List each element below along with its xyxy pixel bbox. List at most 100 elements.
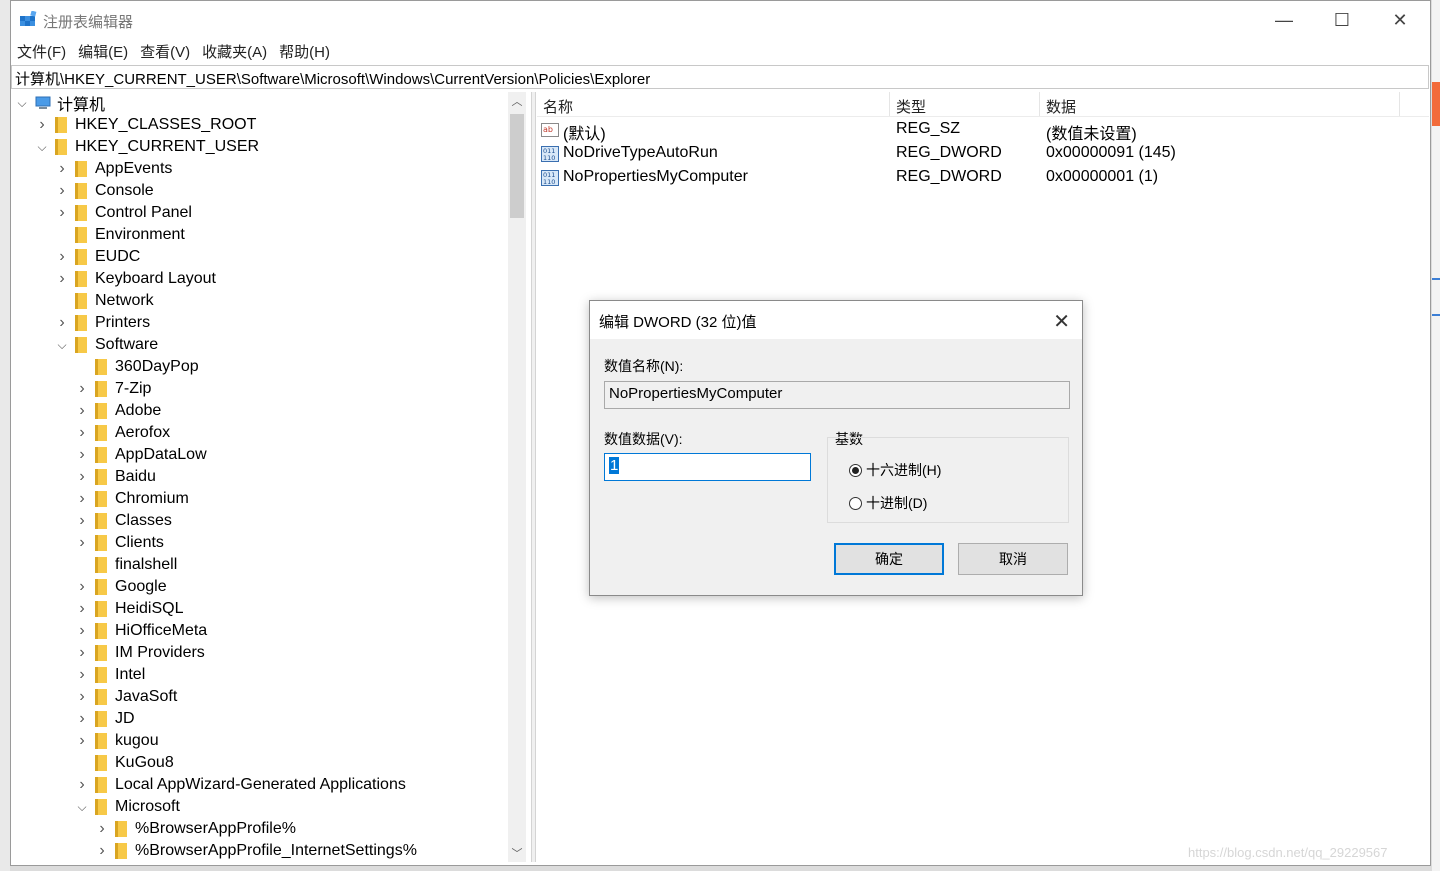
tree-item[interactable]: ⌵ Microsoft bbox=[75, 796, 180, 818]
cancel-button[interactable]: 取消 bbox=[958, 543, 1068, 575]
chevron-right-icon[interactable]: › bbox=[95, 820, 109, 837]
tree-item[interactable]: finalshell bbox=[75, 554, 177, 576]
tree-item-label: EUDC bbox=[95, 248, 141, 265]
tree-item[interactable]: › 7-Zip bbox=[75, 378, 151, 400]
tree-item[interactable]: › HeidiSQL bbox=[75, 598, 183, 620]
tree-scrollbar[interactable]: ︿ ﹀ bbox=[508, 92, 526, 862]
chevron-right-icon[interactable]: › bbox=[75, 666, 89, 683]
tree-item[interactable]: › %BrowserAppProfile% bbox=[95, 818, 296, 840]
dialog-title-bar[interactable]: 编辑 DWORD (32 位)值 ✕ bbox=[590, 301, 1082, 339]
radio-decimal[interactable]: 十进制(D) bbox=[849, 493, 927, 513]
tree-item[interactable]: Network bbox=[55, 290, 154, 312]
chevron-right-icon[interactable]: › bbox=[75, 534, 89, 551]
ok-button[interactable]: 确定 bbox=[834, 543, 944, 575]
tree-item[interactable]: › Printers bbox=[55, 312, 150, 334]
radio-unselected-icon[interactable] bbox=[849, 496, 862, 510]
list-item[interactable]: 011 110 NoDriveTypeAutoRun REG_DWORD 0x0… bbox=[537, 142, 1429, 166]
list-item[interactable]: 011 110 NoPropertiesMyComputer REG_DWORD… bbox=[537, 166, 1429, 190]
tree-item[interactable]: KuGou8 bbox=[75, 752, 174, 774]
chevron-right-icon[interactable]: › bbox=[55, 248, 69, 265]
chevron-right-icon[interactable]: › bbox=[75, 644, 89, 661]
column-type[interactable]: 类型 bbox=[896, 96, 926, 117]
close-button[interactable]: ✕ bbox=[1377, 5, 1423, 35]
pane-splitter[interactable] bbox=[531, 92, 536, 862]
column-name[interactable]: 名称 bbox=[543, 96, 573, 117]
chevron-down-icon[interactable]: ⌵ bbox=[75, 800, 89, 814]
chevron-right-icon[interactable]: › bbox=[95, 842, 109, 859]
minimize-button[interactable]: — bbox=[1261, 5, 1307, 35]
address-bar[interactable]: 计算机\HKEY_CURRENT_USER\Software\Microsoft… bbox=[11, 65, 1429, 89]
chevron-right-icon[interactable]: › bbox=[75, 710, 89, 727]
menu-file[interactable]: 文件(F) bbox=[11, 39, 72, 62]
chevron-down-icon[interactable]: ⌵ bbox=[35, 140, 49, 154]
chevron-right-icon[interactable]: › bbox=[75, 490, 89, 507]
tree-item[interactable]: › HiOfficeMeta bbox=[75, 620, 207, 642]
tree-item[interactable]: › kugou bbox=[75, 730, 159, 752]
chevron-right-icon[interactable]: › bbox=[75, 688, 89, 705]
menu-view[interactable]: 查看(V) bbox=[134, 39, 196, 62]
chevron-right-icon[interactable]: › bbox=[55, 204, 69, 221]
radio-hex[interactable]: 十六进制(H) bbox=[849, 460, 941, 480]
tree-item[interactable]: › JD bbox=[75, 708, 135, 730]
radio-selected-icon[interactable] bbox=[849, 463, 862, 477]
chevron-down-icon[interactable]: ⌵ bbox=[15, 96, 29, 110]
chevron-right-icon[interactable]: › bbox=[75, 622, 89, 639]
scrollbar-thumb[interactable] bbox=[510, 114, 524, 218]
maximize-button[interactable]: ☐ bbox=[1319, 5, 1365, 35]
chevron-right-icon[interactable]: › bbox=[55, 182, 69, 199]
list-item[interactable]: ab (默认) REG_SZ (数值未设置) bbox=[537, 118, 1429, 143]
tree-item[interactable]: › JavaSoft bbox=[75, 686, 177, 708]
tree-item[interactable]: › Control Panel bbox=[55, 202, 192, 224]
menu-edit[interactable]: 编辑(E) bbox=[72, 39, 134, 62]
chevron-right-icon[interactable]: › bbox=[75, 424, 89, 441]
tree-item[interactable]: › Aerofox bbox=[75, 422, 170, 444]
scroll-up-icon[interactable]: ︿ bbox=[508, 92, 526, 110]
tree-item[interactable]: › Local AppWizard-Generated Applications bbox=[75, 774, 406, 796]
chevron-right-icon[interactable]: › bbox=[55, 160, 69, 177]
tree-item[interactable]: › Clients bbox=[75, 532, 164, 554]
tree-item[interactable]: › HKEY_CLASSES_ROOT bbox=[35, 114, 256, 136]
tree-item[interactable]: › AppDataLow bbox=[75, 444, 207, 466]
chevron-right-icon[interactable]: › bbox=[55, 314, 69, 331]
menu-favorites[interactable]: 收藏夹(A) bbox=[196, 39, 273, 62]
chevron-down-icon[interactable]: ⌵ bbox=[55, 338, 69, 352]
tree-item[interactable]: › Chromium bbox=[75, 488, 189, 510]
scroll-down-icon[interactable]: ﹀ bbox=[508, 844, 526, 862]
chevron-right-icon[interactable]: › bbox=[75, 732, 89, 749]
tree-item[interactable]: › EUDC bbox=[55, 246, 140, 268]
tree-item[interactable]: ⌵ HKEY_CURRENT_USER bbox=[35, 136, 259, 158]
svg-text:110: 110 bbox=[543, 178, 555, 186]
column-data[interactable]: 数据 bbox=[1046, 96, 1076, 117]
tree-item[interactable]: › Google bbox=[75, 576, 167, 598]
tree-item[interactable]: › %BrowserAppProfile_InternetSettings% bbox=[95, 840, 417, 862]
menu-help[interactable]: 帮助(H) bbox=[273, 39, 336, 62]
folder-icon bbox=[115, 821, 127, 837]
close-icon[interactable]: ✕ bbox=[1053, 309, 1070, 334]
tree-item[interactable]: › Adobe bbox=[75, 400, 161, 422]
tree-item[interactable]: ⌵ Software bbox=[55, 334, 158, 356]
chevron-right-icon[interactable]: › bbox=[75, 380, 89, 397]
tree-item[interactable]: › Baidu bbox=[75, 466, 156, 488]
chevron-right-icon[interactable]: › bbox=[75, 776, 89, 793]
tree-item[interactable]: › Intel bbox=[75, 664, 145, 686]
value-data-field[interactable]: 1 bbox=[604, 453, 811, 481]
chevron-right-icon[interactable]: › bbox=[35, 116, 49, 133]
chevron-right-icon[interactable]: › bbox=[75, 578, 89, 595]
tree-item[interactable]: › AppEvents bbox=[55, 158, 172, 180]
value-name-field[interactable]: NoPropertiesMyComputer bbox=[604, 381, 1070, 409]
tree-item[interactable]: › Keyboard Layout bbox=[55, 268, 216, 290]
tree-item[interactable]: › Classes bbox=[75, 510, 172, 532]
chevron-right-icon[interactable]: › bbox=[75, 468, 89, 485]
chevron-right-icon[interactable]: › bbox=[55, 270, 69, 287]
chevron-right-icon[interactable]: › bbox=[75, 512, 89, 529]
chevron-right-icon[interactable]: › bbox=[75, 402, 89, 419]
tree-item[interactable]: Environment bbox=[55, 224, 185, 246]
tree-item[interactable]: 360DayPop bbox=[75, 356, 199, 378]
title-bar[interactable]: 注册表编辑器 — ☐ ✕ bbox=[11, 1, 1430, 39]
tree-item[interactable]: › IM Providers bbox=[75, 642, 205, 664]
chevron-right-icon[interactable]: › bbox=[75, 446, 89, 463]
chevron-right-icon[interactable]: › bbox=[75, 600, 89, 617]
tree-root[interactable]: ⌵ 计算机 bbox=[15, 92, 105, 115]
tree-item[interactable]: › Console bbox=[55, 180, 154, 202]
svg-text:110: 110 bbox=[543, 154, 555, 162]
